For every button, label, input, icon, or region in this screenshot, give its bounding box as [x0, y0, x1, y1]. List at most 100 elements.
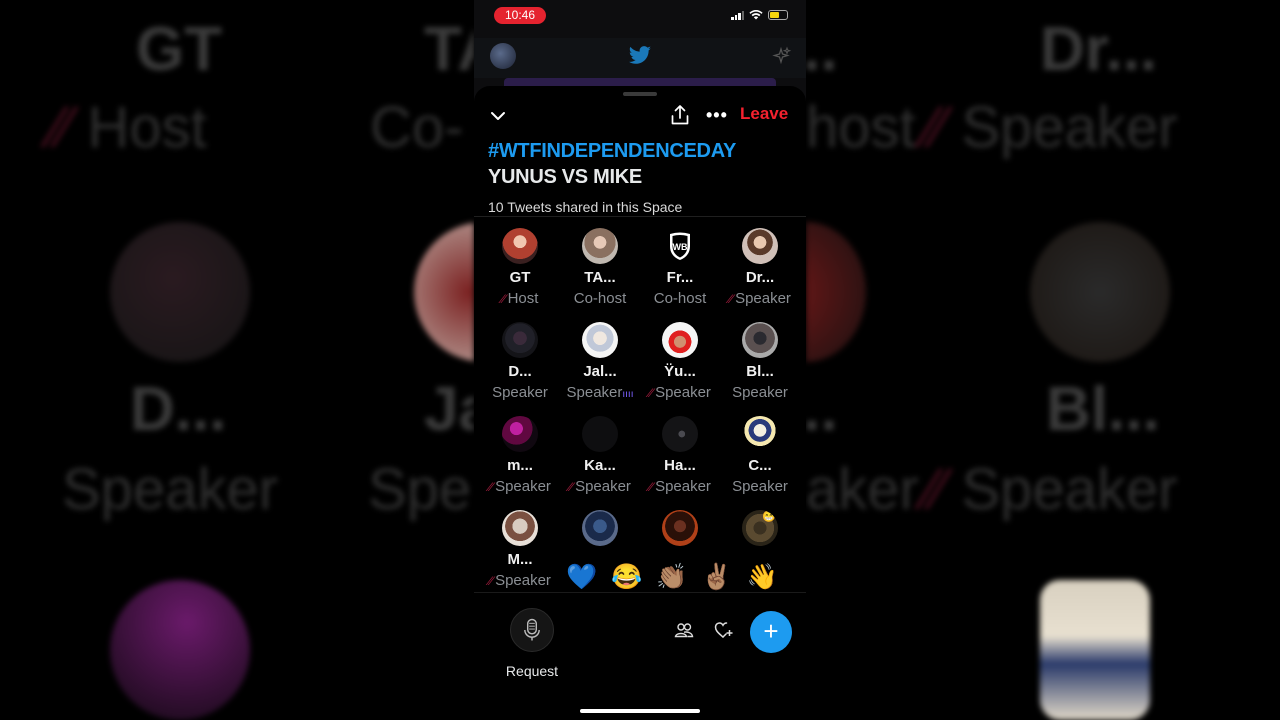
- profile-avatar[interactable]: [490, 43, 516, 69]
- participant-cell[interactable]: M... ⁄⁄ Speaker: [480, 508, 560, 602]
- people-icon[interactable]: [674, 621, 694, 639]
- participant-role: ⁄⁄ Host: [480, 290, 560, 307]
- blurred-background-right: ... Dr... host ⁄⁄ Speaker ... Bl... aker…: [806, 0, 1280, 720]
- participant-role-text: Host: [507, 290, 539, 307]
- request-label: Request: [505, 663, 559, 679]
- participant-role-text: Speaker: [492, 384, 548, 401]
- participant-avatar[interactable]: [662, 510, 698, 546]
- reaction-emoji-icon[interactable]: 👋: [747, 562, 778, 592]
- bg-role: Spe: [368, 457, 472, 522]
- participant-name: TA...: [584, 269, 616, 286]
- participant-role: Speaker: [720, 478, 800, 495]
- participant-cell[interactable]: Ÿu... ⁄⁄ Speaker: [640, 320, 720, 414]
- chevron-down-icon[interactable]: [488, 106, 508, 126]
- speaking-slash-icon: ⁄⁄: [729, 292, 734, 306]
- share-icon[interactable]: [670, 104, 690, 126]
- space-title: YUNUS VS MIKE: [488, 166, 642, 188]
- bg-role: ⁄⁄ Speaker: [926, 457, 1178, 522]
- participant-avatar[interactable]: [502, 322, 538, 358]
- bg-avatar: [1030, 222, 1170, 362]
- reaction-emoji-icon[interactable]: 💙: [566, 562, 597, 592]
- participant-cell[interactable]: WB Fr... Co-host: [640, 226, 720, 320]
- participant-role-text: Speaker: [566, 384, 623, 401]
- bg-role: host: [806, 95, 916, 160]
- more-options-icon[interactable]: •••: [706, 106, 728, 124]
- participant-role: Speaker: [480, 384, 560, 401]
- bg-avatar: [1040, 580, 1150, 720]
- participant-cell[interactable]: D... Speaker: [480, 320, 560, 414]
- participant-role: Speaker: [720, 384, 800, 401]
- status-time: 10:46: [494, 7, 546, 24]
- reaction-bar: 💙 😂 👏🏽 ✌🏽 👋: [566, 560, 796, 594]
- participant-role-text: Speaker: [735, 290, 791, 307]
- drag-handle[interactable]: [623, 92, 657, 96]
- battery-icon: [768, 10, 788, 20]
- participant-cell[interactable]: Bl... Speaker: [720, 320, 800, 414]
- participant-name: C...: [748, 457, 772, 474]
- participant-name: GT: [509, 269, 531, 286]
- participant-avatar[interactable]: [662, 416, 698, 452]
- status-bar: 10:46: [474, 0, 806, 32]
- participant-cell[interactable]: GT ⁄⁄ Host: [480, 226, 560, 320]
- bottom-bar: Request +: [474, 592, 806, 720]
- participant-avatar[interactable]: [742, 322, 778, 358]
- reaction-emoji-icon[interactable]: 👏🏽: [656, 562, 687, 592]
- wifi-icon: [749, 10, 763, 20]
- participant-role: Co-host: [560, 290, 640, 307]
- leave-button[interactable]: Leave: [740, 104, 788, 124]
- participant-avatar[interactable]: [502, 510, 538, 546]
- participant-role: Speakerıııı: [560, 384, 640, 401]
- space-hashtag[interactable]: #WTFINDEPENDENCEDAY: [488, 140, 736, 163]
- participant-role-text: Speaker: [495, 478, 551, 495]
- participant-role-text: Speaker: [655, 478, 711, 495]
- participant-avatar[interactable]: [582, 228, 618, 264]
- speaking-slash-icon: ⁄⁄: [649, 386, 654, 400]
- sparkle-icon[interactable]: [772, 46, 792, 66]
- space-sheet: ••• Leave #WTFINDEPENDENCEDAY YUNUS VS M…: [474, 86, 806, 720]
- participant-avatar[interactable]: WB: [662, 228, 698, 264]
- participant-role: ⁄⁄ Speaker: [480, 572, 560, 589]
- bg-role: Speaker: [62, 457, 279, 522]
- bg-name: D...: [130, 375, 227, 444]
- participant-role-text: Speaker: [732, 478, 788, 495]
- tweets-shared-link[interactable]: 10 Tweets shared in this Space: [488, 199, 682, 215]
- participant-role: ⁄⁄ Speaker: [560, 478, 640, 495]
- participant-name: Bl...: [746, 363, 774, 380]
- bg-name: Ja: [424, 375, 474, 444]
- participant-cell[interactable]: TA... Co-host: [560, 226, 640, 320]
- participant-cell[interactable]: m... ⁄⁄ Speaker: [480, 414, 560, 508]
- participant-name: Dr...: [745, 269, 775, 286]
- participant-cell[interactable]: Ha... ⁄⁄ Speaker: [640, 414, 720, 508]
- reaction-emoji-icon[interactable]: 😂: [611, 562, 642, 592]
- participant-avatar[interactable]: [742, 228, 778, 264]
- bg-role: aker: [806, 457, 919, 522]
- participant-name: m...: [507, 457, 533, 474]
- participant-role-text: Speaker: [575, 478, 631, 495]
- participant-cell[interactable]: Jal... Speakerıııı: [560, 320, 640, 414]
- video-frame: GT TA ⁄⁄ Host Co- D... Ja Speaker Spe ..…: [0, 0, 1280, 720]
- speaking-slash-icon: ⁄⁄: [569, 480, 574, 494]
- participant-avatar[interactable]: [502, 416, 538, 452]
- bg-avatar: [414, 222, 474, 362]
- participant-avatar[interactable]: [502, 228, 538, 264]
- bg-avatar: [110, 580, 250, 720]
- participant-cell[interactable]: Ka... ⁄⁄ Speaker: [560, 414, 640, 508]
- participant-avatar[interactable]: [582, 510, 618, 546]
- heart-plus-icon[interactable]: [714, 621, 734, 639]
- bg-role: ⁄⁄ Host: [52, 95, 207, 160]
- participant-name: Ha...: [664, 457, 696, 474]
- participant-name: Jal...: [583, 363, 617, 380]
- home-indicator[interactable]: [580, 709, 700, 713]
- reaction-emoji-icon[interactable]: ✌🏽: [701, 562, 732, 592]
- participant-avatar[interactable]: 😁: [742, 510, 778, 546]
- participant-cell[interactable]: C... Speaker: [720, 414, 800, 508]
- compose-plus-button[interactable]: +: [750, 611, 792, 653]
- participant-role: ⁄⁄ Speaker: [640, 384, 720, 401]
- bg-avatar: [806, 222, 866, 362]
- participant-avatar[interactable]: [582, 322, 618, 358]
- participant-avatar[interactable]: [662, 322, 698, 358]
- participant-cell[interactable]: Dr... ⁄⁄ Speaker: [720, 226, 800, 320]
- participant-avatar[interactable]: [742, 416, 778, 452]
- request-mic-button[interactable]: [510, 608, 554, 652]
- participant-avatar[interactable]: [582, 416, 618, 452]
